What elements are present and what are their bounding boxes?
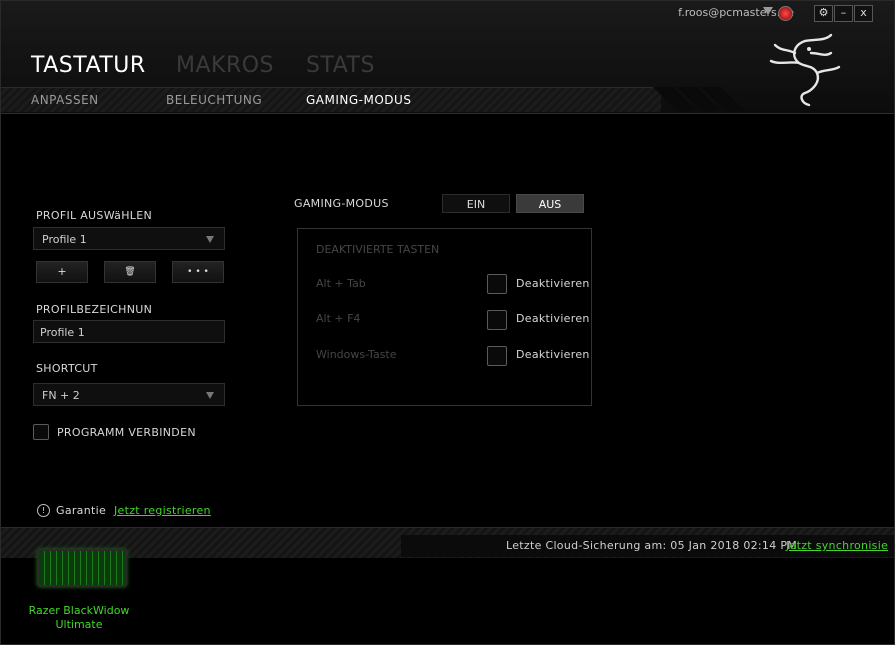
tab-stats[interactable]: STATS — [306, 53, 375, 78]
disabled-keys-title: DEAKTIVIERTE TASTEN — [316, 243, 440, 256]
sync-now-link[interactable]: Jetzt synchronisie — [786, 539, 888, 552]
tab-tastatur[interactable]: TASTATUR — [31, 53, 146, 78]
shortcut-label: SHORTCUT — [36, 362, 98, 375]
disable-alt-f4-checkbox[interactable] — [487, 310, 507, 330]
info-icon: ! — [37, 504, 50, 517]
close-button[interactable]: x — [854, 5, 873, 22]
subtab-beleuchtung[interactable]: BELEUCHTUNG — [166, 93, 262, 107]
key-name-alt-tab: Alt + Tab — [316, 277, 366, 290]
device-name-line1: Razer BlackWidow — [28, 604, 130, 617]
razer-logo-icon — [769, 33, 841, 107]
shortcut-select[interactable]: FN + 2 — [33, 383, 225, 406]
delete-profile-button[interactable]: 🗑 — [104, 261, 156, 283]
disable-alt-tab-label: Deaktivieren — [516, 277, 590, 290]
warranty-label: Garantie — [56, 504, 107, 517]
app-window: f.roos@pcmasters.de ⚙ – x TASTATUR MAKRO… — [0, 0, 895, 645]
more-options-button[interactable]: • • • — [172, 261, 224, 283]
cloud-backup-status: Letzte Cloud-Sicherung am: 05 Jan 2018 0… — [506, 539, 798, 552]
shortcut-value: FN + 2 — [42, 389, 80, 402]
disable-alt-f4-label: Deaktivieren — [516, 312, 590, 325]
chevron-down-icon — [206, 392, 214, 399]
gaming-mode-label: GAMING-MODUS — [294, 197, 389, 210]
chevron-down-icon — [206, 236, 214, 243]
disable-windows-key-label: Deaktivieren — [516, 348, 590, 361]
tab-makros[interactable]: MAKROS — [176, 53, 274, 78]
gaming-mode-on-button[interactable]: EIN — [442, 194, 510, 213]
link-program-label: PROGRAMM VERBINDEN — [57, 426, 196, 439]
minimize-button[interactable]: – — [834, 5, 853, 22]
account-status-icon[interactable] — [778, 6, 793, 21]
key-name-windows: Windows-Taste — [316, 348, 397, 361]
disable-windows-key-checkbox[interactable] — [487, 346, 507, 366]
settings-button[interactable]: ⚙ — [814, 5, 833, 22]
profile-select-value: Profile 1 — [42, 233, 87, 246]
decorative-stripes — [651, 87, 751, 111]
profile-select[interactable]: Profile 1 — [33, 227, 225, 250]
keyboard-device-icon[interactable] — [37, 549, 127, 587]
device-name-line2: Ultimate — [55, 618, 103, 631]
device-name[interactable]: Razer BlackWidow Ultimate — [21, 604, 137, 632]
key-name-alt-f4: Alt + F4 — [316, 312, 361, 325]
subtab-gaming-modus[interactable]: GAMING-MODUS — [306, 93, 411, 107]
disable-alt-tab-checkbox[interactable] — [487, 274, 507, 294]
register-link[interactable]: Jetzt registrieren — [114, 504, 211, 517]
subtab-anpassen[interactable]: ANPASSEN — [31, 93, 99, 107]
account-email[interactable]: f.roos@pcmasters.de — [678, 6, 794, 19]
profile-name-input[interactable]: Profile 1 — [33, 320, 225, 343]
link-program-checkbox[interactable] — [33, 424, 49, 440]
account-dropdown-icon[interactable] — [763, 7, 773, 15]
add-profile-button[interactable]: + — [36, 261, 88, 283]
profile-select-label: PROFIL AUSWäHLEN — [36, 209, 152, 222]
profile-name-label: PROFILBEZEICHNUN — [36, 303, 153, 316]
profile-name-value: Profile 1 — [40, 326, 85, 339]
gaming-mode-off-button[interactable]: AUS — [516, 194, 584, 213]
